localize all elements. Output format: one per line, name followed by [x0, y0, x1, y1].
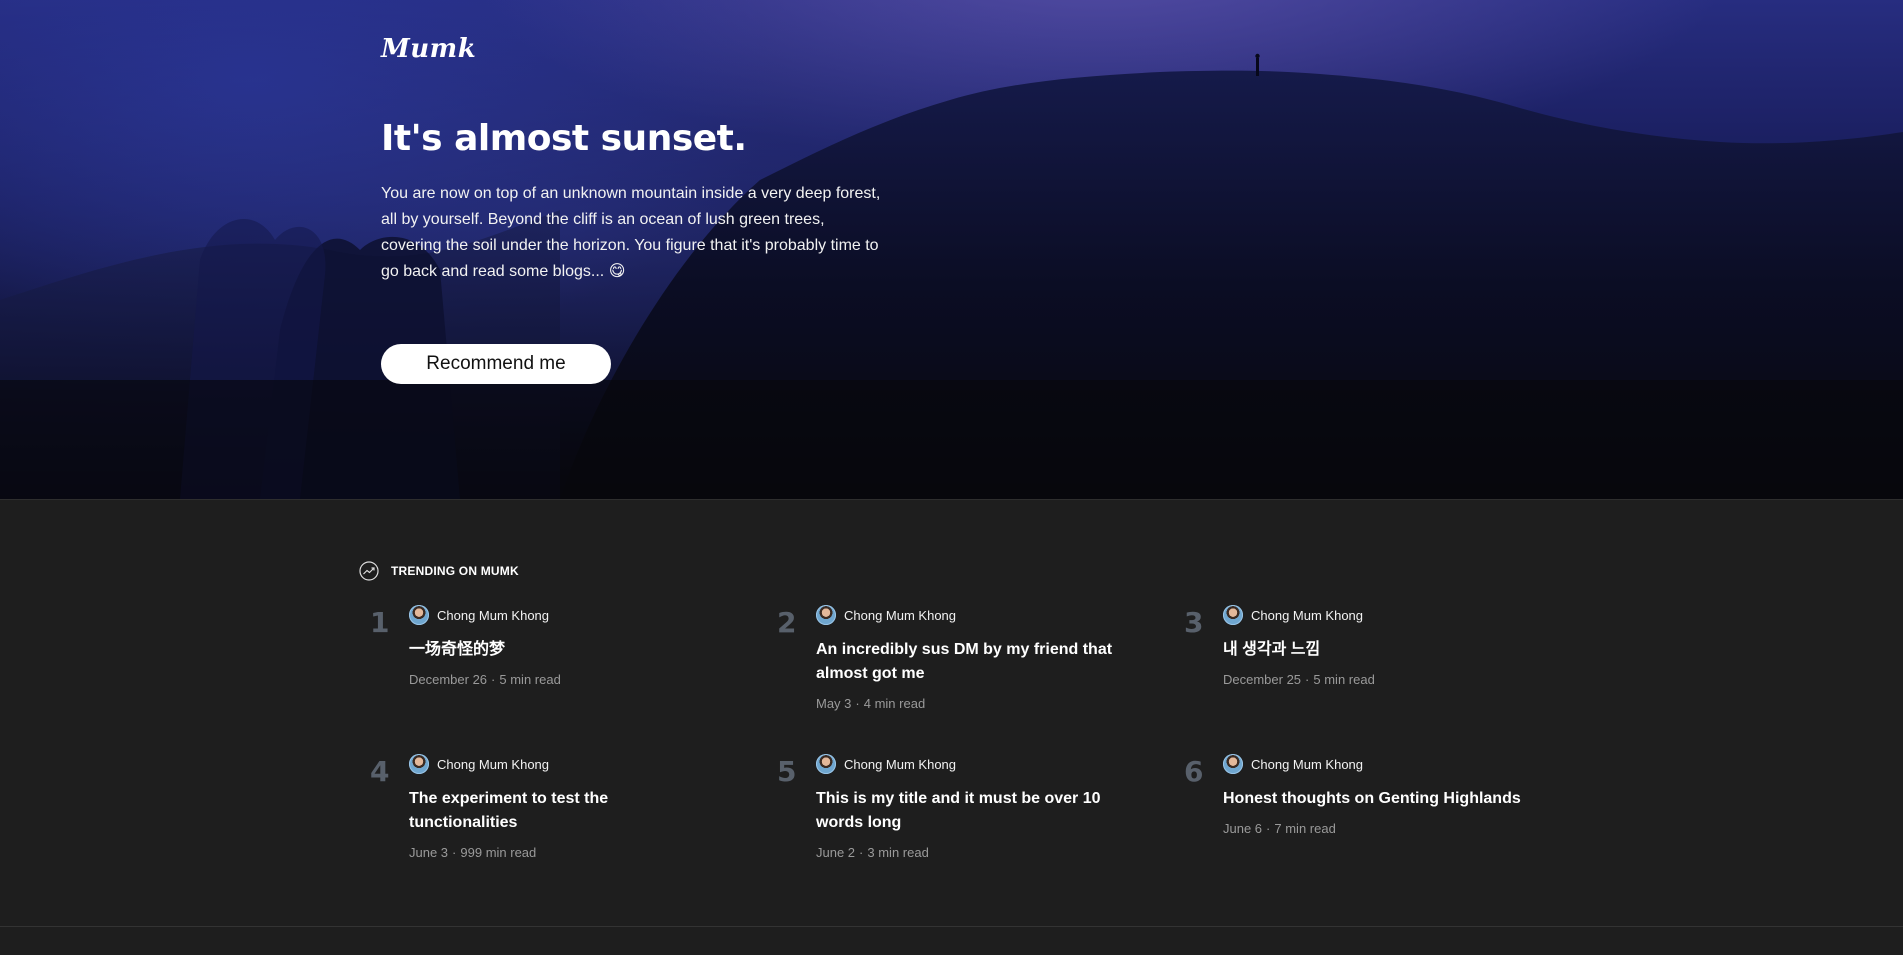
site-logo[interactable]: Mumk	[381, 34, 476, 64]
section-divider	[0, 926, 1903, 927]
author-name[interactable]: Chong Mum Khong	[844, 608, 956, 623]
post-meta: May 3 · 4 min read	[816, 696, 926, 711]
post-date: June 2	[816, 845, 856, 860]
author-avatar[interactable]	[409, 754, 429, 774]
author-name[interactable]: Chong Mum Khong	[1251, 608, 1363, 623]
post-read-time: 5 min read	[499, 672, 561, 687]
post-date: December 26	[409, 672, 488, 687]
post-meta: June 6 · 7 min read	[1223, 821, 1336, 836]
post-rank: 3	[1184, 606, 1204, 639]
post-meta: December 25 · 5 min read	[1223, 672, 1375, 687]
hero-description: You are now on top of an unknown mountai…	[381, 185, 881, 280]
post-date: June 3	[409, 845, 449, 860]
trending-label: TRENDING ON MUMK	[391, 564, 519, 578]
recommend-me-button[interactable]: Recommend me	[381, 344, 611, 384]
author-name[interactable]: Chong Mum Khong	[437, 608, 549, 623]
post-title[interactable]: The experiment to test the tunctionaliti…	[409, 787, 639, 835]
hero-section: Mumk It's almost sunset. You are now on …	[0, 0, 1903, 500]
post-title[interactable]: This is my title and it must be over 10 …	[816, 787, 1116, 835]
post-rank: 2	[777, 606, 797, 639]
post-date: December 25	[1223, 672, 1302, 687]
author-name[interactable]: Chong Mum Khong	[1251, 757, 1363, 772]
author-avatar[interactable]	[816, 754, 836, 774]
post-read-time: 5 min read	[1313, 672, 1375, 687]
post-title[interactable]: Honest thoughts on Genting Highlands	[1223, 787, 1563, 811]
post-rank: 4	[370, 755, 390, 788]
post-title[interactable]: 一场奇怪的梦	[409, 638, 749, 662]
post-rank: 1	[370, 606, 390, 639]
trending-up-icon	[359, 561, 379, 581]
post-rank: 6	[1184, 755, 1204, 788]
post-read-time: 3 min read	[867, 845, 929, 860]
post-meta: December 26 · 5 min read	[409, 672, 561, 687]
post-meta: June 3 · 999 min read	[409, 845, 537, 860]
author-avatar[interactable]	[816, 605, 836, 625]
trending-header: TRENDING ON MUMK	[359, 561, 519, 581]
post-date: June 6	[1223, 821, 1263, 836]
author-name[interactable]: Chong Mum Khong	[437, 757, 549, 772]
author-avatar[interactable]	[1223, 754, 1243, 774]
author-name[interactable]: Chong Mum Khong	[844, 757, 956, 772]
post-rank: 5	[777, 755, 797, 788]
post-read-time: 999 min read	[460, 845, 537, 860]
post-meta: June 2 · 3 min read	[816, 845, 929, 860]
post-read-time: 4 min read	[863, 696, 926, 711]
post-read-time: 7 min read	[1274, 821, 1336, 836]
hero-headline: It's almost sunset.	[381, 118, 747, 159]
author-avatar[interactable]	[409, 605, 429, 625]
post-date: May 3	[816, 696, 852, 711]
author-avatar[interactable]	[1223, 605, 1243, 625]
mountain-background-image	[0, 0, 1903, 499]
post-title[interactable]: An incredibly sus DM by my friend that a…	[816, 638, 1156, 686]
post-title[interactable]: 내 생각과 느낌	[1223, 638, 1563, 662]
